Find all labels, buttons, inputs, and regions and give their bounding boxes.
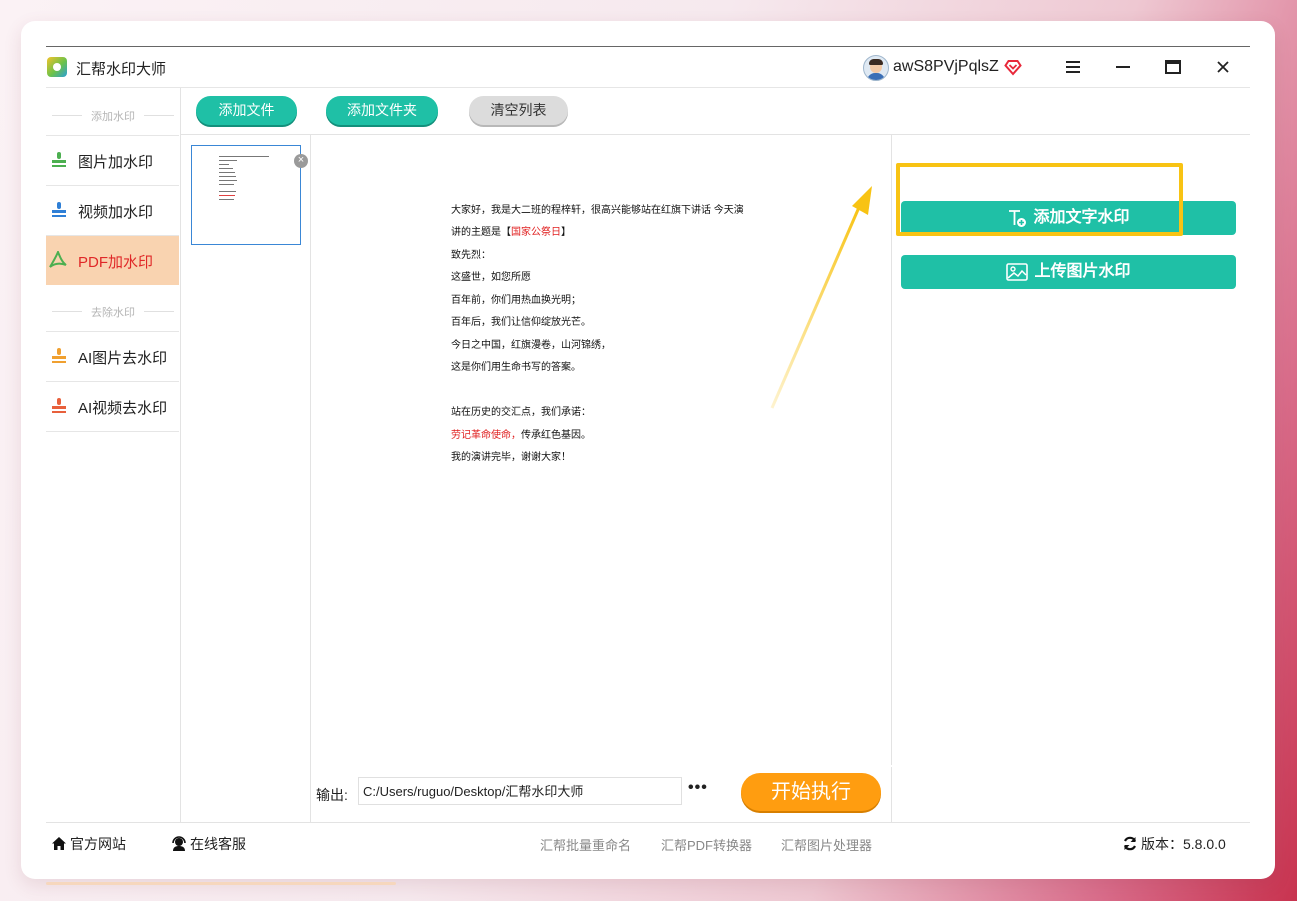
remove-file-icon[interactable]: × bbox=[294, 154, 308, 168]
app-logo-icon bbox=[47, 57, 67, 77]
refresh-icon bbox=[1124, 836, 1136, 851]
user-avatar[interactable] bbox=[863, 55, 889, 81]
footer-link-rename[interactable]: 汇帮批量重命名 bbox=[540, 835, 631, 854]
app-title: 汇帮水印大师 bbox=[76, 61, 167, 78]
upload-image-watermark-label: 上传图片水印 bbox=[1034, 263, 1131, 280]
doc-line: 致先烈： bbox=[451, 250, 491, 261]
vip-diamond-icon[interactable] bbox=[1004, 58, 1022, 76]
close-icon[interactable] bbox=[1210, 55, 1236, 79]
doc-line: 百年后，我们让信仰绽放光芒。 bbox=[451, 317, 591, 328]
sidebar-item-image-watermark[interactable]: 图片加水印 bbox=[46, 135, 179, 185]
output-label: 输出: bbox=[316, 787, 348, 803]
footer-link-pdf-converter[interactable]: 汇帮PDF转换器 bbox=[661, 835, 752, 854]
watermark-panel: 添加文字水印 上传图片水印 bbox=[892, 135, 1250, 822]
add-file-button[interactable]: 添加文件 bbox=[196, 96, 297, 125]
ai-image-stamp-icon bbox=[52, 348, 66, 363]
browse-button[interactable]: ••• bbox=[688, 779, 708, 797]
add-text-watermark-button[interactable]: 添加文字水印 bbox=[901, 201, 1236, 235]
text-plus-icon bbox=[1009, 209, 1027, 227]
maximize-icon[interactable] bbox=[1160, 55, 1186, 79]
sidebar-item-pdf-watermark[interactable]: PDF加水印 bbox=[46, 235, 179, 285]
footer-link-image-processor[interactable]: 汇帮图片处理器 bbox=[781, 835, 872, 854]
output-row: 输出: C:/Users/ruguo/Desktop/汇帮水印大师 ••• 开始… bbox=[311, 767, 892, 822]
title-bar: 汇帮水印大师 awS8PVjPqlsZ bbox=[46, 47, 1250, 88]
video-stamp-icon bbox=[52, 202, 66, 217]
add-folder-button[interactable]: 添加文件夹 bbox=[326, 96, 438, 125]
doc-line: 站在历史的交汇点，我们承诺： bbox=[451, 407, 591, 418]
toolbar: 添加文件 添加文件夹 清空列表 bbox=[181, 88, 1250, 135]
ai-video-stamp-icon bbox=[52, 398, 66, 413]
sidebar-item-video-watermark[interactable]: 视频加水印 bbox=[46, 185, 179, 235]
menu-icon[interactable] bbox=[1060, 55, 1086, 79]
doc-line: 这盛世，如您所愿 bbox=[451, 272, 531, 283]
sidebar-item-label: 视频加水印 bbox=[78, 204, 154, 221]
online-support-link[interactable]: 在线客服 bbox=[171, 834, 246, 854]
progress-track bbox=[46, 882, 396, 885]
version-info[interactable]: 版本：5.8.0.0 bbox=[1122, 834, 1226, 854]
sidebar-item-label: AI视频去水印 bbox=[78, 400, 168, 417]
sidebar-item-ai-image-remove[interactable]: AI图片去水印 bbox=[46, 331, 179, 381]
doc-line: 劳记革命使命，传承红色基因。 bbox=[451, 430, 591, 441]
pdf-preview: 大家好，我是大二班的程梓轩，很高兴能够站在红旗下讲话 今天演 讲的主题是【国家公… bbox=[311, 135, 892, 765]
doc-line: 这是你们用生命书写的答案。 bbox=[451, 362, 581, 373]
doc-line: 我的演讲完毕，谢谢大家！ bbox=[451, 452, 571, 463]
sidebar: 添加水印 图片加水印 视频加水印 PDF加水印 去除水印 AI图片去水印 AI视… bbox=[46, 88, 181, 822]
section-label-remove: 去除水印 bbox=[46, 304, 180, 319]
image-stamp-icon bbox=[52, 152, 66, 167]
home-icon bbox=[52, 837, 66, 850]
doc-line: 讲的主题是【国家公祭日】 bbox=[451, 227, 571, 238]
file-list: × bbox=[181, 135, 311, 822]
minimize-icon[interactable] bbox=[1110, 55, 1136, 79]
app-window: 汇帮水印大师 awS8PVjPqlsZ 添加水印 图片加水印 视频加水印 PDF… bbox=[46, 46, 1250, 859]
doc-line: 今日之中国，红旗漫卷，山河锦绣， bbox=[451, 340, 611, 351]
doc-line: 百年前，你们用热血换光明； bbox=[451, 295, 581, 306]
section-label-add: 添加水印 bbox=[46, 108, 180, 123]
start-button[interactable]: 开始执行 bbox=[741, 773, 881, 811]
sidebar-item-label: 图片加水印 bbox=[78, 154, 154, 171]
doc-line: 大家好，我是大二班的程梓轩，很高兴能够站在红旗下讲话 今天演 bbox=[451, 205, 744, 216]
headset-icon bbox=[172, 836, 186, 851]
upload-image-watermark-button[interactable]: 上传图片水印 bbox=[901, 255, 1236, 289]
footer: 官方网站 在线客服 汇帮批量重命名 汇帮PDF转换器 汇帮图片处理器 版本：5.… bbox=[46, 822, 1250, 860]
clear-list-button[interactable]: 清空列表 bbox=[469, 96, 568, 125]
official-website-link[interactable]: 官方网站 bbox=[51, 834, 126, 854]
add-text-watermark-label: 添加文字水印 bbox=[1033, 209, 1130, 226]
pdf-icon bbox=[49, 251, 67, 268]
user-name[interactable]: awS8PVjPqlsZ bbox=[893, 58, 999, 76]
image-icon bbox=[1006, 262, 1029, 281]
sidebar-item-label: AI图片去水印 bbox=[78, 350, 168, 367]
file-thumbnail[interactable]: × bbox=[191, 145, 308, 245]
output-path-field[interactable]: C:/Users/ruguo/Desktop/汇帮水印大师 bbox=[358, 777, 682, 805]
sidebar-item-label: PDF加水印 bbox=[78, 254, 154, 271]
sidebar-item-ai-video-remove[interactable]: AI视频去水印 bbox=[46, 381, 179, 432]
